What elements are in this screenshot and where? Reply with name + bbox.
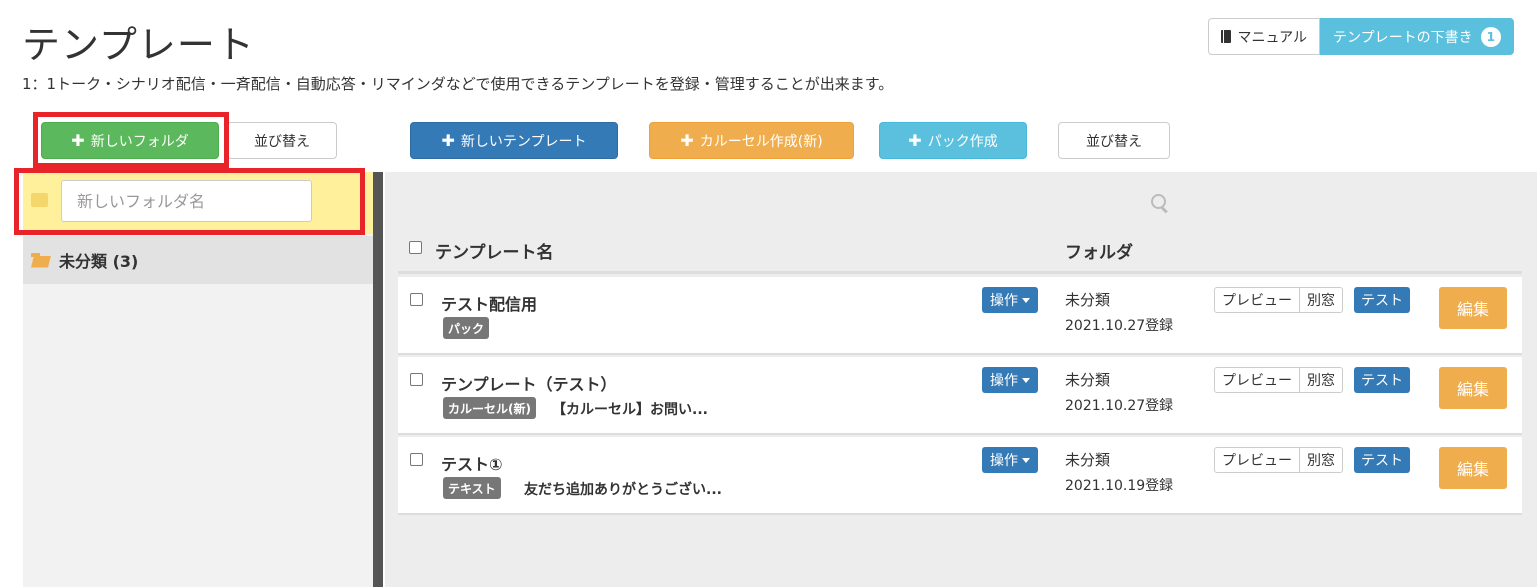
open-folder-icon xyxy=(31,252,51,268)
template-type-badge: パック xyxy=(443,317,490,339)
template-name: テンプレート（テスト） xyxy=(441,375,617,394)
new-folder-name-input[interactable] xyxy=(61,180,312,222)
table-row: テスト① テキスト 友だち追加ありがとうござい... 操作 未分類 2021.1… xyxy=(398,437,1522,515)
template-preview-text: 友だち追加ありがとうござい... xyxy=(524,482,722,498)
new-folder-row xyxy=(23,172,373,234)
manual-button-label: マニュアル xyxy=(1237,29,1308,46)
new-window-button[interactable]: 別窓 xyxy=(1300,367,1343,393)
plus-icon: ✚ xyxy=(71,131,85,150)
new-template-button[interactable]: ✚ 新しいテンプレート xyxy=(410,122,618,159)
row-date: 2021.10.19登録 xyxy=(1065,478,1174,494)
folder-sort-label: 並び替え xyxy=(254,133,310,150)
template-type-badge: カルーセル(新) xyxy=(443,397,536,419)
panel-resize-handle[interactable] xyxy=(373,172,383,587)
template-name: テスト① xyxy=(441,455,503,474)
operation-dropdown-button[interactable]: 操作 xyxy=(982,447,1038,473)
preview-button-group: プレビュー 別窓 xyxy=(1214,367,1343,393)
plus-icon: ✚ xyxy=(680,131,694,150)
template-preview-text: 【カルーセル】お問い... xyxy=(552,402,708,418)
select-all-checkbox[interactable] xyxy=(409,241,422,254)
row-checkbox[interactable] xyxy=(410,293,423,306)
caret-down-icon xyxy=(1022,297,1030,303)
operation-label: 操作 xyxy=(990,293,1018,309)
search-icon[interactable] xyxy=(1151,194,1169,212)
caret-down-icon xyxy=(1022,377,1030,383)
folder-sort-button[interactable]: 並び替え xyxy=(227,122,337,159)
edit-button[interactable]: 編集 xyxy=(1439,447,1507,489)
page-title: テンプレート xyxy=(22,23,255,67)
folder-panel: 未分類 (3) xyxy=(23,172,373,587)
row-folder: 未分類 xyxy=(1065,291,1111,309)
row-checkbox[interactable] xyxy=(410,373,423,386)
operation-dropdown-button[interactable]: 操作 xyxy=(982,367,1038,393)
folder-icon xyxy=(31,193,48,207)
operation-label: 操作 xyxy=(990,373,1018,389)
preview-button[interactable]: プレビュー xyxy=(1214,367,1300,393)
row-folder: 未分類 xyxy=(1065,371,1111,389)
new-window-button[interactable]: 別窓 xyxy=(1300,287,1343,313)
template-sort-button[interactable]: 並び替え xyxy=(1058,122,1170,159)
create-pack-button[interactable]: ✚ パック作成 xyxy=(879,122,1027,159)
new-folder-label: 新しいフォルダ xyxy=(90,133,189,150)
folder-item-uncategorized[interactable]: 未分類 (3) xyxy=(23,236,373,284)
book-icon xyxy=(1221,30,1232,43)
create-pack-label: パック作成 xyxy=(927,133,998,150)
operation-label: 操作 xyxy=(990,453,1018,469)
row-date: 2021.10.27登録 xyxy=(1065,398,1174,414)
manual-button[interactable]: マニュアル xyxy=(1208,18,1321,55)
page-description: 1：1トーク・シナリオ配信・一斉配信・自動応答・リマインダなどで使用できるテンプ… xyxy=(22,75,894,93)
edit-button[interactable]: 編集 xyxy=(1439,367,1507,409)
operation-dropdown-button[interactable]: 操作 xyxy=(982,287,1038,313)
template-draft-button[interactable]: テンプレートの下書き 1 xyxy=(1320,18,1514,55)
preview-button[interactable]: プレビュー xyxy=(1214,287,1300,313)
plus-icon: ✚ xyxy=(908,131,922,150)
column-header-folder: フォルダ xyxy=(1065,243,1133,263)
template-sort-label: 並び替え xyxy=(1086,133,1142,150)
test-button[interactable]: テスト xyxy=(1354,367,1410,393)
new-template-label: 新しいテンプレート xyxy=(460,133,587,150)
table-header: テンプレート名 フォルダ xyxy=(398,232,1522,274)
create-carousel-label: カルーセル作成(新) xyxy=(699,133,823,150)
draft-count-badge: 1 xyxy=(1480,26,1501,47)
test-button[interactable]: テスト xyxy=(1354,447,1410,473)
new-folder-button[interactable]: ✚ 新しいフォルダ xyxy=(41,122,219,159)
create-carousel-button[interactable]: ✚ カルーセル作成(新) xyxy=(649,122,854,159)
template-list-panel: テンプレート名 フォルダ テスト配信用 パック 操作 未分類 2021.10.2… xyxy=(385,172,1537,587)
table-row: テスト配信用 パック 操作 未分類 2021.10.27登録 プレビュー 別窓 … xyxy=(398,277,1522,355)
folder-item-label: 未分類 (3) xyxy=(59,252,139,271)
test-button[interactable]: テスト xyxy=(1354,287,1410,313)
preview-button-group: プレビュー 別窓 xyxy=(1214,287,1343,313)
template-name: テスト配信用 xyxy=(441,295,538,314)
top-right-actions: マニュアル テンプレートの下書き 1 xyxy=(1208,18,1514,55)
table-row: テンプレート（テスト） カルーセル(新) 【カルーセル】お問い... 操作 未分… xyxy=(398,357,1522,435)
caret-down-icon xyxy=(1022,457,1030,463)
plus-icon: ✚ xyxy=(441,131,455,150)
preview-button-group: プレビュー 別窓 xyxy=(1214,447,1343,473)
row-folder: 未分類 xyxy=(1065,451,1111,469)
row-date: 2021.10.27登録 xyxy=(1065,318,1174,334)
new-window-button[interactable]: 別窓 xyxy=(1300,447,1343,473)
column-header-name: テンプレート名 xyxy=(435,243,554,263)
preview-button[interactable]: プレビュー xyxy=(1214,447,1300,473)
template-draft-label: テンプレートの下書き xyxy=(1333,29,1473,46)
edit-button[interactable]: 編集 xyxy=(1439,287,1507,329)
template-type-badge: テキスト xyxy=(443,477,501,499)
row-checkbox[interactable] xyxy=(410,453,423,466)
